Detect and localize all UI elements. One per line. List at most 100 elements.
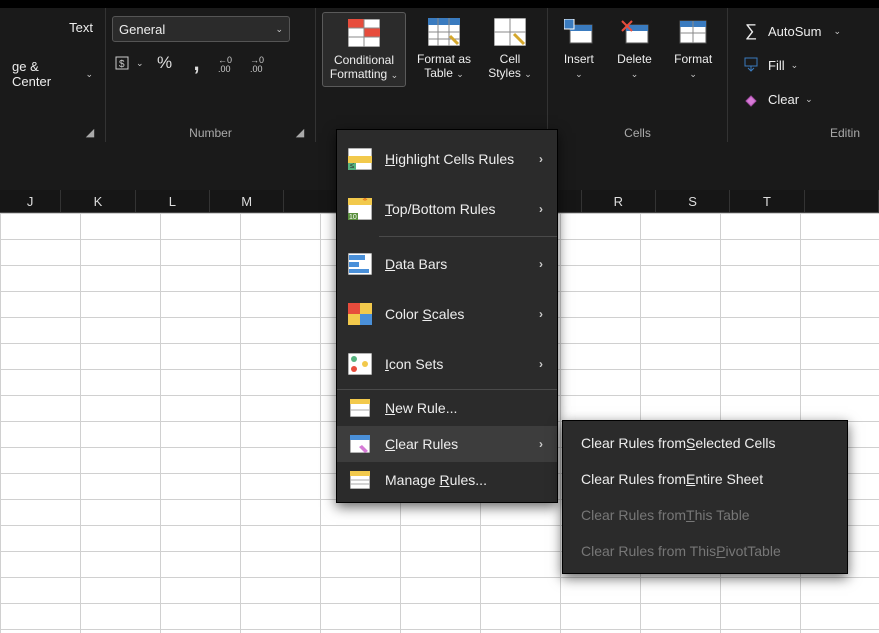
format-as-table-button[interactable]: Format as Table ⌄ — [410, 12, 478, 85]
svg-text:$: $ — [119, 59, 125, 70]
delete-cells-icon — [619, 16, 651, 48]
group-number-label: Number ◢ — [112, 122, 309, 142]
menu-data-bars[interactable]: Data Bars › — [337, 239, 557, 289]
col-header[interactable]: J — [0, 190, 61, 212]
format-label: Format⌄ — [674, 52, 712, 81]
menu-label: Data Bars — [385, 256, 447, 272]
menu-label: Highlight Cells Rules — [385, 151, 514, 167]
decrease-decimal-button[interactable]: →0.00 — [250, 52, 272, 74]
percent-button[interactable]: % — [154, 52, 176, 74]
comma-button[interactable]: , — [186, 52, 208, 74]
icon-sets-icon — [347, 351, 373, 377]
number-format-select[interactable]: General ⌄ — [112, 16, 290, 42]
chevron-right-icon: › — [539, 202, 543, 216]
menu-top-bottom-rules[interactable]: 10 Top/Bottom Rules › — [337, 184, 557, 234]
merge-center-label: ge & Center — [12, 59, 79, 89]
submenu-clear-sheet[interactable]: Clear Rules from Entire Sheet — [563, 461, 847, 497]
conditional-formatting-button[interactable]: Conditional Formatting ⌄ — [322, 12, 406, 87]
cell-styles-button[interactable]: Cell Styles ⌄ — [482, 12, 538, 85]
menu-separator — [379, 236, 557, 237]
submenu-clear-table: Clear Rules from This Table — [563, 497, 847, 533]
conditional-formatting-label: Conditional Formatting ⌄ — [325, 53, 403, 82]
menu-label: Clear Rules — [385, 436, 458, 452]
menu-highlight-cells-rules[interactable]: ≤ Highlight Cells Rules › — [337, 134, 557, 184]
delete-button[interactable]: Delete⌄ — [608, 12, 662, 85]
eraser-icon — [740, 88, 762, 110]
fill-label: Fill — [768, 58, 785, 73]
group-cells: Insert⌄ Delete⌄ Format⌄ Cells — [548, 8, 728, 142]
chevron-down-icon: ⌄ — [805, 94, 813, 105]
conditional-formatting-icon — [348, 17, 380, 49]
menu-label: New Rule... — [385, 400, 457, 416]
chevron-down-icon: ⌄ — [833, 26, 841, 37]
menu-label: Manage Rules... — [385, 472, 487, 488]
clear-button[interactable]: Clear ⌄ — [734, 84, 819, 114]
group-editing-label: Editin — [734, 122, 862, 142]
svg-text:.00: .00 — [250, 64, 263, 72]
menu-color-scales[interactable]: Color Scales › — [337, 289, 557, 339]
menu-label: Icon Sets — [385, 356, 443, 372]
group-cells-label: Cells — [554, 122, 721, 142]
sigma-icon: ∑ — [740, 20, 762, 42]
menu-clear-rules[interactable]: Clear Rules › — [337, 426, 557, 462]
menu-manage-rules[interactable]: Manage Rules... — [337, 462, 557, 498]
format-cells-icon — [677, 16, 709, 48]
chevron-down-icon: ⌄ — [275, 24, 283, 35]
submenu-clear-selected[interactable]: Clear Rules from Selected Cells — [563, 425, 847, 461]
format-button[interactable]: Format⌄ — [665, 12, 721, 85]
merge-center-button[interactable]: ge & Center ⌄ — [6, 55, 99, 93]
dialog-launcher-icon[interactable]: ◢ — [293, 126, 307, 140]
svg-text:.00: .00 — [218, 64, 231, 72]
highlight-rules-icon: ≤ — [347, 146, 373, 172]
col-header[interactable]: S — [656, 190, 730, 212]
format-table-label: Format as Table ⌄ — [412, 52, 476, 81]
wrap-text-button[interactable]: Text — [6, 16, 99, 39]
number-format-value: General — [119, 22, 165, 37]
submenu-clear-pivot: Clear Rules from This PivotTable — [563, 533, 847, 569]
top-bottom-icon: 10 — [347, 196, 373, 222]
cell-styles-icon — [494, 16, 526, 48]
color-scales-icon — [347, 301, 373, 327]
group-number: General ⌄ $ ⌄ % , ←0.00 →0.00 Number ◢ — [106, 8, 316, 142]
manage-rules-icon — [347, 467, 373, 493]
conditional-formatting-menu: ≤ Highlight Cells Rules › 10 Top/Bottom … — [336, 129, 558, 503]
cell-styles-label: Cell Styles ⌄ — [484, 52, 536, 81]
col-header[interactable]: T — [730, 190, 804, 212]
chevron-right-icon: › — [539, 357, 543, 371]
group-editing: ∑ AutoSum ⌄ Fill ⌄ Clear ⌄ Editin — [728, 8, 868, 142]
ribbon: Text ge & Center ⌄ ◢ General ⌄ $ ⌄ % — [0, 0, 879, 142]
col-header[interactable]: R — [582, 190, 656, 212]
new-rule-icon — [347, 395, 373, 421]
clear-rules-submenu: Clear Rules from Selected Cells Clear Ru… — [562, 420, 848, 574]
chevron-right-icon: › — [539, 437, 543, 451]
insert-cells-icon — [563, 16, 595, 48]
chevron-down-icon: ⌄ — [85, 69, 93, 80]
insert-button[interactable]: Insert⌄ — [554, 12, 604, 85]
group-alignment: Text ge & Center ⌄ ◢ — [0, 8, 106, 142]
accounting-format-button[interactable]: $ ⌄ — [112, 52, 144, 74]
menu-new-rule[interactable]: New Rule... — [337, 390, 557, 426]
autosum-button[interactable]: ∑ AutoSum ⌄ — [734, 16, 847, 46]
chevron-right-icon: › — [539, 152, 543, 166]
dialog-launcher-icon[interactable]: ◢ — [83, 126, 97, 140]
col-header[interactable]: K — [61, 190, 135, 212]
increase-decimal-button[interactable]: ←0.00 — [218, 52, 240, 74]
col-header[interactable]: M — [210, 190, 284, 212]
autosum-label: AutoSum — [768, 24, 821, 39]
insert-label: Insert⌄ — [564, 52, 594, 81]
delete-label: Delete⌄ — [617, 52, 652, 81]
menu-icon-sets[interactable]: Icon Sets › — [337, 339, 557, 389]
fill-button[interactable]: Fill ⌄ — [734, 50, 804, 80]
col-header[interactable]: L — [136, 190, 210, 212]
chevron-right-icon: › — [539, 307, 543, 321]
clear-label: Clear — [768, 92, 799, 107]
chevron-down-icon: ⌄ — [791, 60, 799, 71]
data-bars-icon — [347, 251, 373, 277]
fill-down-icon — [740, 54, 762, 76]
menu-label: Color Scales — [385, 306, 464, 322]
format-table-icon — [428, 16, 460, 48]
svg-text:≤: ≤ — [350, 161, 355, 170]
group-alignment-label: ◢ — [6, 136, 99, 142]
chevron-down-icon: ⌄ — [136, 58, 144, 69]
col-header[interactable] — [805, 190, 879, 212]
